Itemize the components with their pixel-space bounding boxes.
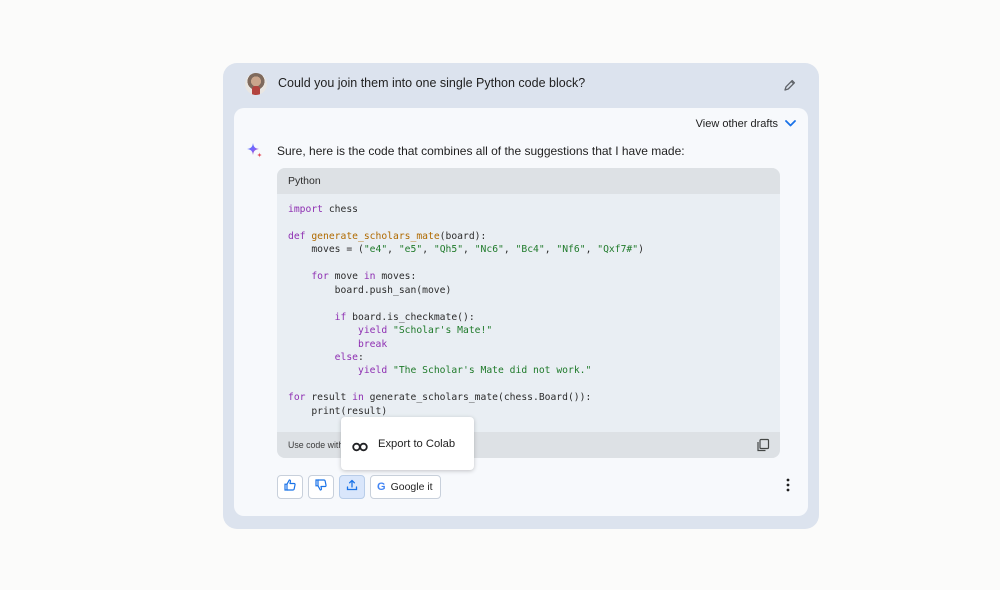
more-vertical-icon[interactable] bbox=[784, 477, 792, 493]
response-intro-text: Sure, here is the code that combines all… bbox=[277, 144, 685, 158]
thumbs-up-icon bbox=[283, 478, 297, 497]
code-language-label: Python bbox=[288, 175, 321, 187]
user-prompt-text: Could you join them into one single Pyth… bbox=[278, 76, 586, 90]
gemini-sparkle-icon bbox=[246, 142, 264, 160]
thumbs-up-button[interactable] bbox=[277, 475, 303, 499]
google-it-button[interactable]: G Google it bbox=[370, 475, 441, 499]
code-language-header: Python bbox=[277, 168, 780, 194]
code-footer-text: Use code with bbox=[288, 440, 344, 450]
share-icon bbox=[345, 478, 359, 497]
thumbs-down-button[interactable] bbox=[308, 475, 334, 499]
copy-icon[interactable] bbox=[756, 438, 770, 452]
response-panel: View other drafts Sure, here is the code… bbox=[234, 108, 808, 516]
user-avatar bbox=[245, 73, 267, 95]
view-other-drafts-label: View other drafts bbox=[695, 118, 778, 130]
page-stage: Could you join them into one single Pyth… bbox=[0, 0, 1000, 590]
google-logo-icon: G bbox=[377, 481, 386, 493]
user-prompt-row: Could you join them into one single Pyth… bbox=[223, 63, 819, 107]
chevron-down-icon bbox=[785, 118, 796, 130]
response-actions-bar: G Google it bbox=[277, 475, 441, 499]
share-button[interactable] bbox=[339, 475, 365, 499]
google-it-label: Google it bbox=[390, 481, 433, 493]
export-to-colab-item[interactable]: Export to Colab bbox=[378, 438, 455, 450]
code-content[interactable]: import chess def generate_scholars_mate(… bbox=[288, 203, 644, 418]
export-menu: Export to Colab bbox=[341, 417, 474, 470]
view-other-drafts-button[interactable]: View other drafts bbox=[696, 118, 796, 130]
code-block: Python import chess def generate_scholar… bbox=[277, 168, 780, 458]
thumbs-down-icon bbox=[314, 478, 328, 497]
colab-icon bbox=[352, 439, 368, 451]
conversation-card: Could you join them into one single Pyth… bbox=[223, 63, 819, 529]
pencil-icon[interactable] bbox=[781, 76, 799, 94]
